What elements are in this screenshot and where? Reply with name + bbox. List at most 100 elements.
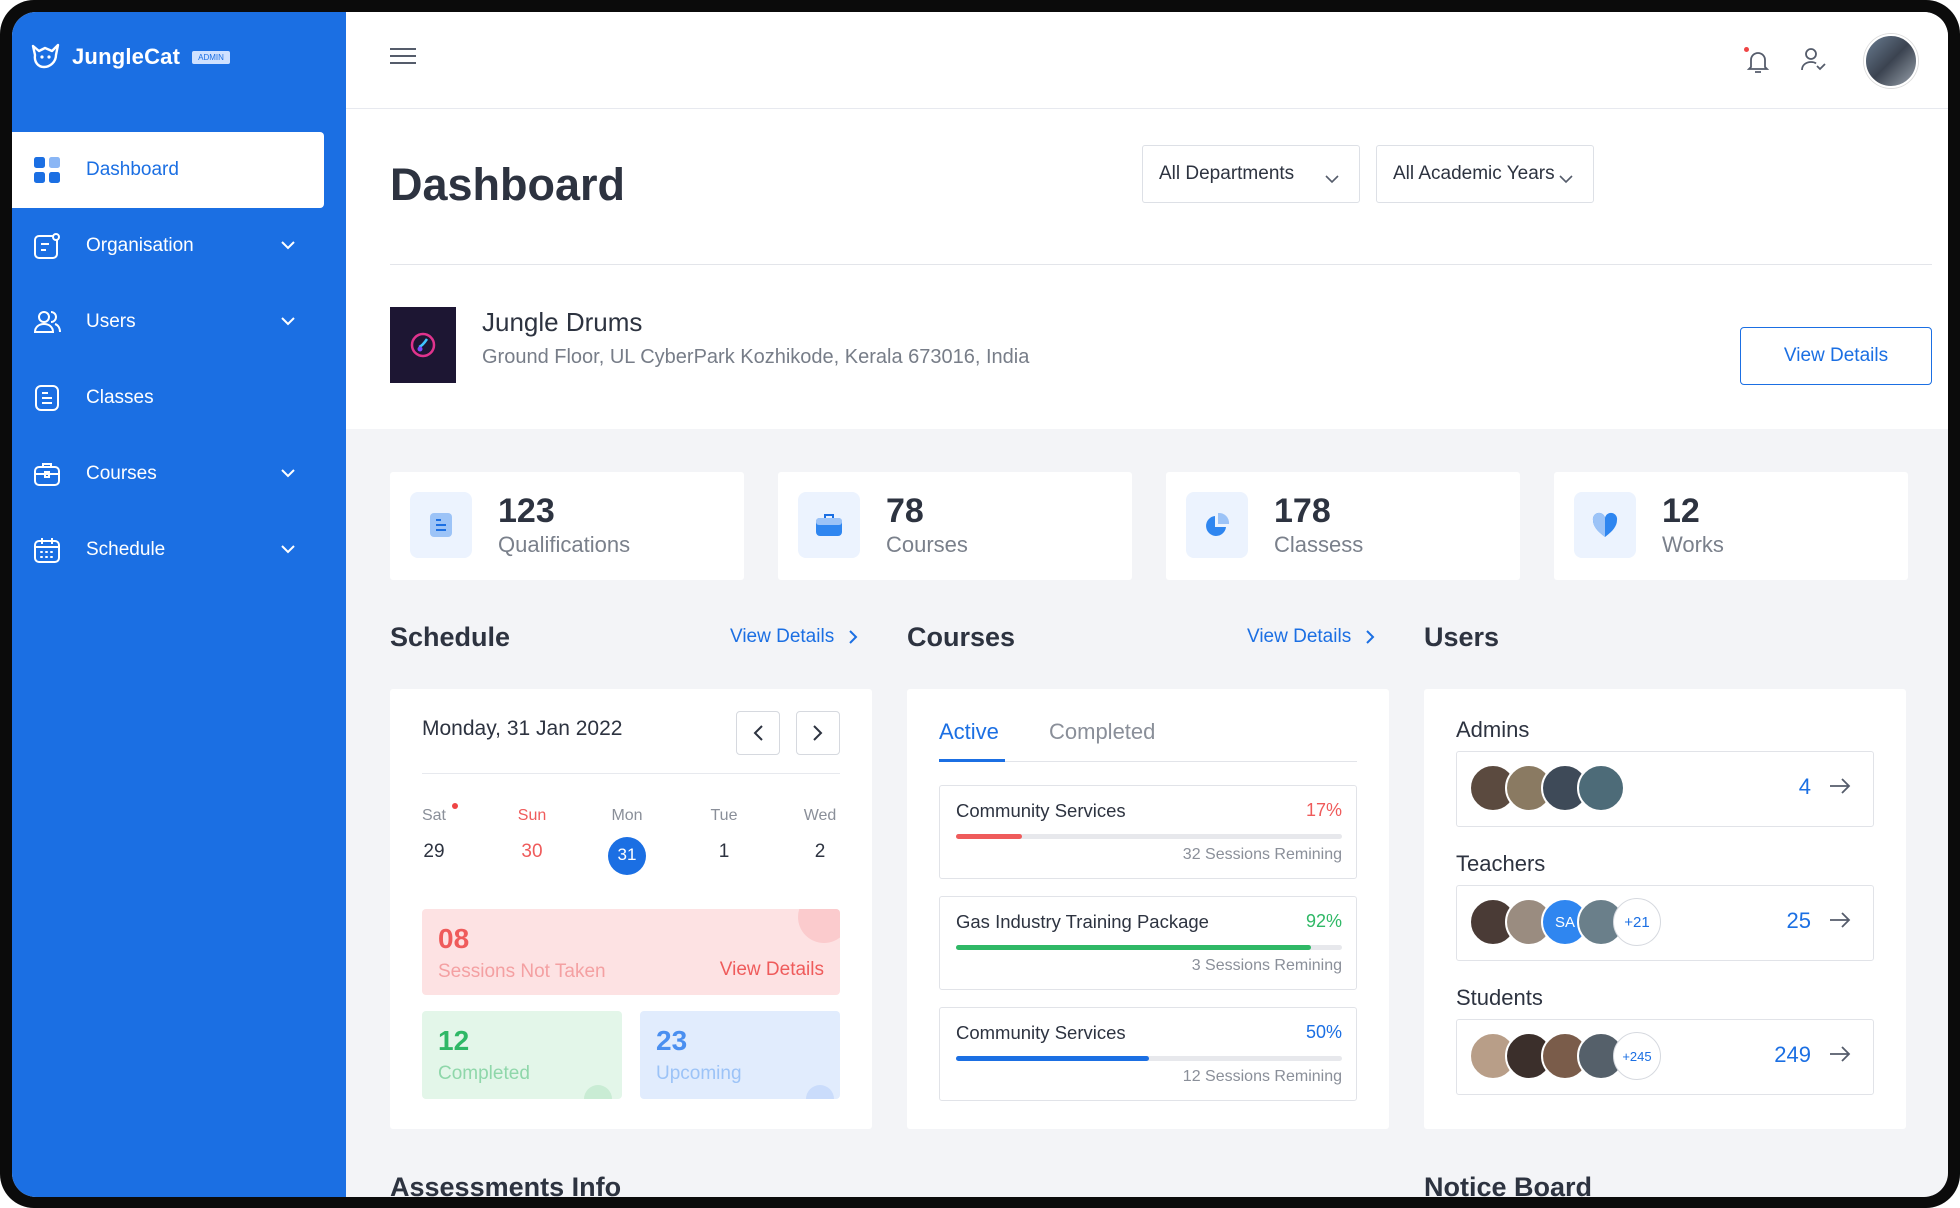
sessions-not-taken-label: Sessions Not Taken — [438, 961, 606, 982]
users-section-title: Users — [1424, 622, 1500, 652]
chevron-down-icon — [1559, 168, 1573, 190]
stat-card-qualifications[interactable]: 123 Qualifications — [390, 472, 744, 580]
course-progress-track — [956, 945, 1342, 950]
course-item[interactable]: Community Services 50% 12 Sessions Remin… — [939, 1007, 1357, 1101]
sidebar-item-courses[interactable]: Courses — [12, 436, 346, 512]
tab-active[interactable]: Active — [939, 719, 999, 745]
completed-label: Completed — [438, 1063, 530, 1084]
stat-card-courses[interactable]: 78 Courses — [778, 472, 1132, 580]
cat-logo-icon — [31, 43, 60, 69]
sidebar-nav: Dashboard Organisation Users Classes Cou… — [12, 132, 346, 588]
chevron-right-icon — [1366, 630, 1375, 644]
sidebar-item-schedule[interactable]: Schedule — [12, 512, 346, 588]
sidebar: JungleCat ADMIN Dashboard Organisation U… — [12, 12, 346, 1197]
arrow-right-icon[interactable] — [1829, 778, 1851, 799]
admins-row[interactable]: 4 — [1456, 751, 1874, 827]
app-name: JungleCat — [72, 44, 181, 69]
calendar-day[interactable]: 1 — [694, 841, 754, 863]
next-day-button[interactable] — [796, 711, 840, 755]
notification-bell-icon[interactable] — [1744, 47, 1772, 75]
upcoming-count: 23 — [656, 1025, 688, 1056]
sessions-view-details-link[interactable]: View Details — [720, 959, 824, 981]
sessions-not-taken-count: 08 — [438, 923, 470, 954]
stat-label: Courses — [886, 532, 968, 557]
course-sessions: 12 Sessions Remining — [1182, 1068, 1342, 1085]
calendar-day[interactable]: 2 — [790, 841, 850, 863]
teachers-row[interactable]: SA +21 25 — [1456, 885, 1874, 961]
users-icon — [32, 307, 62, 337]
more-users-badge: +245 — [1613, 1032, 1661, 1080]
device-frame: JungleCat ADMIN Dashboard Organisation U… — [0, 0, 1960, 1208]
stat-value: 78 — [886, 492, 924, 530]
sidebar-item-label: Users — [86, 311, 136, 332]
course-name: Gas Industry Training Package — [956, 911, 1209, 932]
sidebar-item-dashboard[interactable]: Dashboard — [12, 132, 324, 208]
avatar-stack: SA +21 — [1469, 898, 1661, 946]
sidebar-item-classes[interactable]: Classes — [12, 360, 346, 436]
course-progress-track — [956, 834, 1342, 839]
upcoming-card[interactable]: 23 Upcoming — [640, 1011, 840, 1099]
course-sessions: 3 Sessions Remining — [1191, 957, 1342, 974]
page-title: Dashboard — [390, 159, 626, 210]
view-organisation-details-button[interactable]: View Details — [1740, 327, 1932, 385]
decor-circle — [798, 909, 840, 943]
department-select[interactable]: All Departments — [1142, 145, 1360, 203]
schedule-section-title: Schedule — [390, 622, 511, 652]
page-header: Dashboard All Departments All Academic Y… — [346, 109, 1948, 429]
students-row[interactable]: +245 249 — [1456, 1019, 1874, 1095]
calendar-day[interactable]: 30 — [502, 841, 562, 863]
tab-completed[interactable]: Completed — [1049, 719, 1155, 745]
calendar-icon — [32, 535, 62, 565]
user-group-label: Students — [1456, 985, 1543, 1010]
decor-circle — [806, 1085, 834, 1099]
shield-heart-icon — [1574, 492, 1636, 558]
weekday-label: Sat — [421, 807, 446, 824]
stat-card-works[interactable]: 12 Works — [1554, 472, 1908, 580]
course-percent: 50% — [1305, 1022, 1342, 1042]
sidebar-item-label: Organisation — [86, 235, 194, 256]
chevron-left-icon — [753, 725, 763, 741]
course-item[interactable]: Community Services 17% 32 Sessions Remin… — [939, 785, 1357, 879]
notice-board-section-title: Notice Board — [1424, 1172, 1593, 1197]
organisation-name: Jungle Drums — [482, 307, 643, 337]
weekday-label: Sun — [517, 807, 547, 824]
header-divider — [390, 264, 1932, 265]
schedule-view-details-link[interactable]: View Details — [730, 626, 858, 648]
courses-section-title: Courses — [907, 622, 1016, 652]
schedule-divider — [422, 773, 840, 774]
admin-badge: ADMIN — [192, 50, 230, 64]
sidebar-item-label: Dashboard — [86, 159, 179, 180]
grid-icon — [32, 155, 62, 185]
arrow-right-icon[interactable] — [1829, 912, 1851, 933]
sidebar-item-organisation[interactable]: Organisation — [12, 208, 346, 284]
course-progress-fill — [956, 834, 1022, 839]
user-avatar[interactable] — [1864, 34, 1918, 88]
academic-year-select[interactable]: All Academic Years — [1376, 145, 1594, 203]
user-switch-icon[interactable] — [1798, 44, 1828, 79]
chevron-down-icon — [280, 310, 296, 332]
link-label: View Details — [1247, 626, 1352, 647]
app-logo[interactable]: JungleCat ADMIN — [30, 42, 230, 72]
sessions-not-taken-card[interactable]: 08 Sessions Not Taken View Details — [422, 909, 840, 995]
users-panel: Admins 4 Teachers SA +21 25 Students +24… — [1424, 689, 1906, 1129]
course-item[interactable]: Gas Industry Training Package 92% 3 Sess… — [939, 896, 1357, 990]
app-screen: JungleCat ADMIN Dashboard Organisation U… — [12, 12, 1948, 1197]
calendar-day[interactable]: 29 — [404, 841, 464, 863]
menu-icon[interactable] — [390, 48, 416, 68]
link-label: View Details — [730, 626, 835, 647]
schedule-date: Monday, 31 Jan 2022 — [422, 717, 623, 740]
chevron-right-icon — [813, 725, 823, 741]
user-count: 4 — [1798, 774, 1811, 799]
schedule-panel: Monday, 31 Jan 2022 Sat 29 Sun 30 Mon 31… — [390, 689, 872, 1129]
sidebar-item-users[interactable]: Users — [12, 284, 346, 360]
stat-card-classes[interactable]: 178 Classess — [1166, 472, 1520, 580]
courses-view-details-link[interactable]: View Details — [1247, 626, 1375, 648]
previous-day-button[interactable] — [736, 711, 780, 755]
completed-card[interactable]: 12 Completed — [422, 1011, 622, 1099]
briefcase-icon — [32, 459, 62, 489]
assessments-section-title: Assessments Info — [390, 1172, 622, 1197]
calendar-day-selected[interactable]: 31 — [597, 845, 657, 865]
course-sessions: 32 Sessions Remining — [1182, 846, 1342, 863]
document-icon — [410, 492, 472, 558]
arrow-right-icon[interactable] — [1829, 1046, 1851, 1067]
